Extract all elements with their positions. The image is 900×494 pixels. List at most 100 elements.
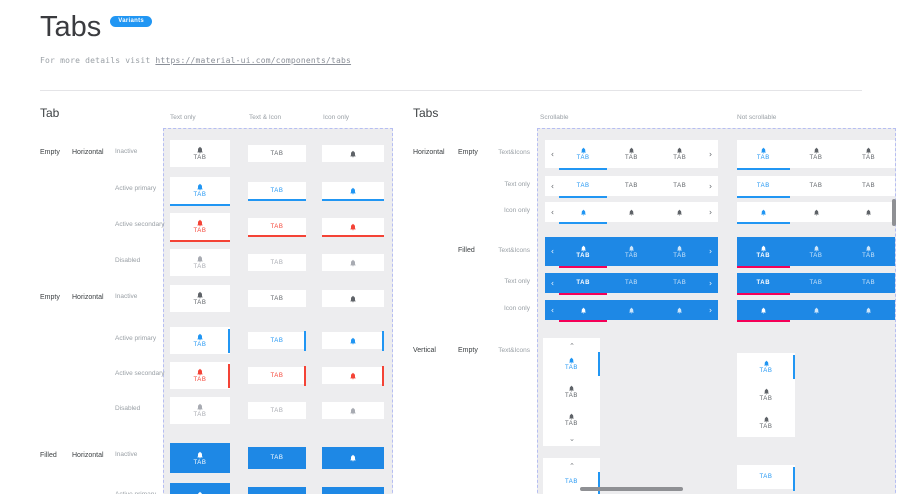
active-indicator [248, 199, 306, 201]
tabs-vertical-not-scrollable: TABTABTAB [737, 353, 795, 437]
tab[interactable] [322, 402, 384, 419]
scroll-prev-button[interactable] [545, 300, 559, 320]
scroll-next-button[interactable] [704, 202, 718, 222]
bell-icon [580, 209, 587, 216]
bell-icon [568, 413, 575, 420]
tab[interactable]: TAB [543, 378, 600, 406]
tab[interactable]: TAB [790, 273, 843, 293]
tab[interactable]: TAB [170, 443, 230, 473]
tab[interactable] [322, 332, 384, 349]
tab[interactable]: TAB [737, 140, 790, 168]
tab[interactable]: TAB [543, 406, 600, 434]
tab[interactable] [656, 202, 704, 222]
tab[interactable]: TAB [170, 285, 230, 312]
scroll-prev-button[interactable] [545, 176, 559, 196]
tab[interactable]: TAB [248, 487, 306, 494]
scroll-down-button[interactable] [543, 434, 600, 446]
tab[interactable]: TAB [842, 176, 895, 196]
tab[interactable]: TAB [737, 409, 795, 437]
tab[interactable]: TAB [559, 176, 607, 196]
tab[interactable]: TAB [170, 177, 230, 204]
tab[interactable] [559, 202, 607, 222]
tab[interactable] [559, 300, 607, 320]
tab[interactable]: TAB [737, 465, 795, 489]
vertical-scrollbar[interactable] [892, 199, 896, 226]
tab[interactable]: TAB [170, 362, 230, 389]
tab[interactable]: TAB [248, 182, 306, 199]
tab[interactable]: TAB [248, 367, 306, 384]
tab[interactable]: TAB [737, 237, 790, 266]
tab[interactable]: TAB [543, 350, 600, 378]
tab[interactable]: TAB [790, 237, 843, 266]
tab[interactable]: TAB [737, 353, 795, 381]
scroll-next-button[interactable] [704, 176, 718, 196]
tab[interactable]: TAB [170, 140, 230, 167]
tab[interactable]: TAB [607, 237, 655, 266]
tab-label: TAB [625, 253, 638, 259]
tab[interactable]: TAB [842, 273, 895, 293]
tab[interactable]: TAB [248, 145, 306, 162]
left-section-title: Tab [40, 106, 59, 120]
scroll-next-button[interactable] [704, 273, 718, 293]
tab[interactable] [322, 290, 384, 307]
tab[interactable]: TAB [656, 273, 704, 293]
tab[interactable] [607, 300, 655, 320]
tab[interactable]: TAB [170, 327, 230, 354]
tab[interactable]: TAB [656, 237, 704, 266]
tab[interactable] [322, 487, 384, 494]
tab[interactable]: TAB [790, 140, 843, 168]
tab[interactable]: TAB [842, 140, 895, 168]
tab[interactable]: TAB [737, 273, 790, 293]
tab[interactable] [322, 254, 384, 271]
tab[interactable]: TAB [248, 447, 306, 469]
tab[interactable]: TAB [559, 140, 607, 168]
tab[interactable]: TAB [607, 140, 655, 168]
tab[interactable]: TAB [248, 218, 306, 235]
tab-label: TAB [565, 393, 578, 399]
scroll-prev-button[interactable] [545, 140, 559, 168]
tab[interactable]: TAB [607, 273, 655, 293]
tab[interactable]: TAB [737, 381, 795, 409]
horizontal-scrollbar[interactable] [580, 487, 683, 491]
tab[interactable] [842, 300, 895, 320]
tab[interactable]: TAB [559, 237, 607, 266]
tabs-bar-scrollable: TABTABTAB [545, 176, 718, 196]
tab[interactable]: TAB [559, 273, 607, 293]
tab[interactable] [790, 202, 843, 222]
scroll-next-button[interactable] [704, 140, 718, 168]
tab[interactable] [737, 300, 790, 320]
tab[interactable]: TAB [170, 249, 230, 276]
tab[interactable] [656, 300, 704, 320]
tab[interactable] [322, 145, 384, 162]
scroll-up-button[interactable] [543, 458, 600, 470]
scroll-next-button[interactable] [704, 300, 718, 320]
tab[interactable] [607, 202, 655, 222]
tab[interactable]: TAB [656, 176, 704, 196]
tab[interactable]: TAB [248, 254, 306, 271]
scroll-next-button[interactable] [704, 237, 718, 266]
tab[interactable]: TAB [170, 213, 230, 240]
scroll-prev-button[interactable] [545, 273, 559, 293]
tab[interactable] [322, 218, 384, 235]
tab[interactable] [322, 182, 384, 199]
tab[interactable] [322, 367, 384, 384]
tab[interactable]: TAB [737, 176, 790, 196]
tab[interactable]: TAB [248, 332, 306, 349]
tab[interactable]: TAB [790, 176, 843, 196]
tab[interactable] [842, 202, 895, 222]
tab-label: TAB [193, 412, 206, 418]
tab[interactable] [322, 447, 384, 469]
tab[interactable]: TAB [248, 402, 306, 419]
scroll-prev-button[interactable] [545, 237, 559, 266]
scroll-up-button[interactable] [543, 338, 600, 350]
tab[interactable] [737, 202, 790, 222]
tab[interactable]: TAB [170, 397, 230, 424]
tab[interactable]: TAB [842, 237, 895, 266]
tab[interactable]: TAB [656, 140, 704, 168]
docs-link[interactable]: https://material-ui.com/components/tabs [155, 56, 351, 65]
tab[interactable] [790, 300, 843, 320]
tab[interactable]: TAB [607, 176, 655, 196]
tab[interactable]: TAB [170, 483, 230, 494]
scroll-prev-button[interactable] [545, 202, 559, 222]
tab[interactable]: TAB [248, 290, 306, 307]
